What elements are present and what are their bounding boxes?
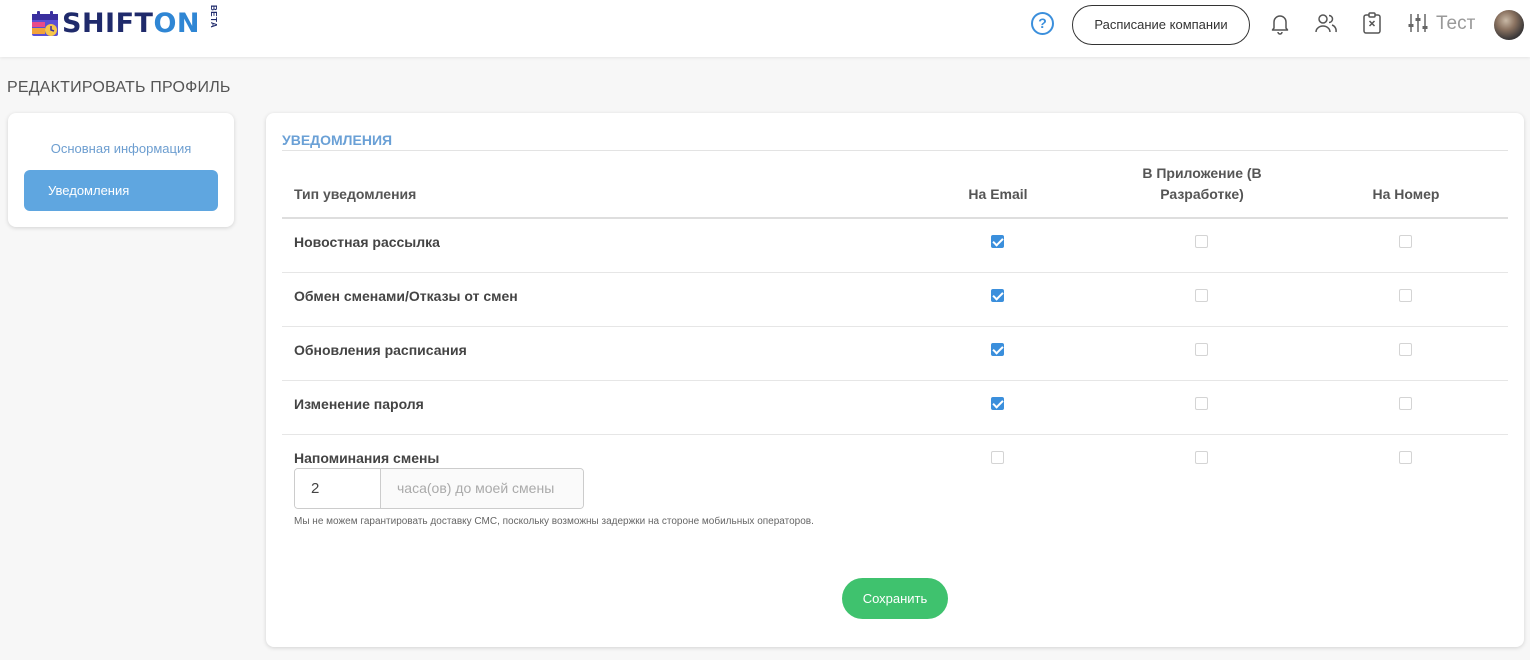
schedule-updates-phone-checkbox[interactable]: [1399, 343, 1412, 356]
sliders-icon[interactable]: [1406, 11, 1430, 35]
company-schedule-button[interactable]: Расписание компании: [1072, 5, 1250, 45]
notifications-card: УВЕДОМЛЕНИЯ Тип уведомления На Email В П…: [266, 113, 1524, 647]
avatar[interactable]: [1494, 10, 1524, 40]
newsletter-app-checkbox[interactable]: [1195, 235, 1208, 248]
password-change-email-checkbox[interactable]: [991, 397, 1004, 410]
sidebar-item-notifications[interactable]: Уведомления: [24, 170, 218, 211]
column-header-phone: На Номер: [1372, 186, 1440, 202]
row-divider: [282, 380, 1508, 381]
shift-swaps-app-checkbox[interactable]: [1195, 289, 1208, 302]
shift-reminders-phone-checkbox[interactable]: [1399, 451, 1412, 464]
sidebar-item-basic-info[interactable]: Основная информация: [8, 141, 234, 156]
shift-swaps-phone-checkbox[interactable]: [1399, 289, 1412, 302]
divider: [282, 150, 1508, 151]
user-name[interactable]: Тест: [1436, 13, 1475, 35]
column-header-type: Тип уведомления: [294, 186, 417, 202]
newsletter-phone-checkbox[interactable]: [1399, 235, 1412, 248]
schedule-updates-app-checkbox[interactable]: [1195, 343, 1208, 356]
row-label-password-change: Изменение пароля: [294, 396, 424, 412]
profile-sidebar: Основная информация Уведомления: [8, 113, 234, 227]
page-title: РЕДАКТИРОВАТЬ ПРОФИЛЬ: [7, 79, 231, 96]
help-icon[interactable]: ?: [1031, 12, 1054, 35]
row-label-shift-reminders: Напоминания смены: [294, 450, 440, 466]
column-header-app-line2: Разработке): [1160, 186, 1244, 202]
row-divider: [282, 434, 1508, 435]
password-change-app-checkbox[interactable]: [1195, 397, 1208, 410]
top-header: SHIFTON BETA ? Расписание компании Тест: [0, 0, 1530, 57]
row-divider: [282, 272, 1508, 273]
calendar-logo-icon: [32, 11, 58, 36]
newsletter-email-checkbox[interactable]: [991, 235, 1004, 248]
row-label-shift-swaps: Обмен сменами/Отказы от смен: [294, 288, 518, 304]
row-label-schedule-updates: Обновления расписания: [294, 342, 467, 358]
row-divider: [282, 326, 1508, 327]
beta-label: BETA: [209, 5, 218, 29]
reminder-hours-input[interactable]: [295, 469, 381, 508]
column-header-app-line1: В Приложение (В: [1142, 165, 1262, 181]
shift-reminders-email-checkbox[interactable]: [991, 451, 1004, 464]
bell-icon[interactable]: [1268, 11, 1292, 35]
schedule-updates-email-checkbox[interactable]: [991, 343, 1004, 356]
clipboard-icon[interactable]: [1360, 11, 1384, 35]
save-button[interactable]: Сохранить: [842, 578, 948, 619]
column-header-app: В Приложение (В Разработке): [1122, 163, 1282, 205]
shift-swaps-email-checkbox[interactable]: [991, 289, 1004, 302]
reminder-hours-group: часа(ов) до моей смены: [294, 468, 584, 509]
column-header-email: На Email: [968, 186, 1028, 202]
reminder-hours-suffix: часа(ов) до моей смены: [381, 469, 583, 508]
password-change-phone-checkbox[interactable]: [1399, 397, 1412, 410]
logo-text-on: ON: [153, 8, 201, 39]
logo-text-shift: SHIFT: [62, 8, 154, 39]
row-label-newsletter: Новостная рассылка: [294, 234, 440, 250]
section-title: УВЕДОМЛЕНИЯ: [282, 132, 393, 148]
sms-delivery-note: Мы не можем гарантировать доставку СМС, …: [294, 516, 814, 527]
table-header-divider: [282, 217, 1508, 219]
users-icon[interactable]: [1314, 11, 1338, 35]
shifton-logo[interactable]: SHIFTON: [30, 8, 200, 40]
shift-reminders-app-checkbox[interactable]: [1195, 451, 1208, 464]
